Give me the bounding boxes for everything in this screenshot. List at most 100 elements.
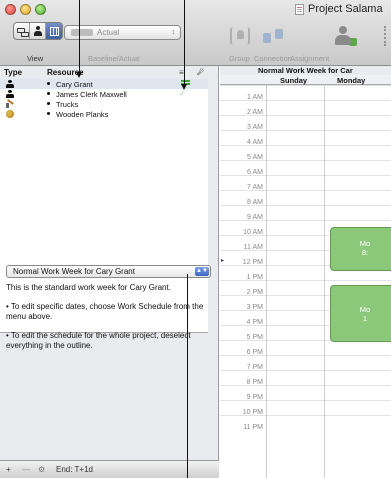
hour-label: 5 PM [246, 334, 263, 341]
work-block-line2: 8: [361, 248, 369, 257]
resource-row[interactable]: James Clerk Maxwell [0, 87, 208, 99]
hour-label: 3 AM [247, 124, 263, 131]
resource-name: James Clerk Maxwell [56, 90, 127, 99]
hour-label: 3 PM [246, 304, 263, 311]
day-header-sunday: Sunday [280, 76, 308, 85]
hour-row: 9 PM [220, 385, 391, 401]
hour-label: 11 PM [243, 424, 263, 431]
wood-icon [6, 110, 14, 118]
hour-label: 10 AM [243, 229, 263, 236]
resource-row[interactable]: Trucks [0, 99, 208, 109]
gantt-icon [16, 27, 29, 37]
calendar-view-button[interactable] [46, 23, 62, 39]
hour-row: 8 PM [220, 370, 391, 386]
schedule-column-icon[interactable]: ≡ [179, 68, 184, 77]
hour-label: 5 AM [247, 154, 263, 161]
group-icon [230, 27, 250, 45]
outline-header: Type Resource ≡ ☄ [0, 66, 219, 79]
hour-row: 2 AM [220, 100, 391, 116]
view-segmented-control [13, 22, 63, 40]
bullet-icon [47, 92, 50, 95]
calendar-title: Normal Work Week for Car [220, 66, 391, 75]
hour-label: 2 PM [246, 289, 263, 296]
grid-divider [324, 85, 325, 478]
person-icon [6, 80, 14, 88]
minimize-button[interactable] [20, 4, 31, 15]
schedule-info: This is the standard work week for Cary … [6, 283, 206, 360]
updown-arrows-icon: ↕ [171, 29, 176, 36]
bullet-icon [47, 102, 50, 105]
gantt-view-button[interactable] [14, 23, 30, 39]
hammer-icon [6, 100, 14, 108]
person-icon [33, 26, 42, 36]
assignment-icon [333, 26, 357, 46]
callout-line [184, 0, 185, 84]
person-icon [6, 90, 14, 98]
hour-label: 8 AM [247, 199, 263, 206]
hour-row: 11 PM [220, 415, 391, 431]
connection-button[interactable] [262, 25, 286, 47]
assignment-label: Assignment [290, 54, 330, 63]
work-block-afternoon[interactable]: Mo 1 [330, 285, 391, 342]
window-toolbar: Project Salama View Actual ↕ Baseline/Ac… [0, 0, 391, 66]
grid-divider [266, 85, 267, 478]
schedule-description: This is the standard work week for Cary … [6, 283, 171, 292]
baseline-actual-popup[interactable]: Actual ↕ [64, 25, 181, 40]
hour-label: 6 AM [247, 169, 263, 176]
work-block-line2: 1 [362, 314, 368, 323]
work-block-line1: Mo [359, 239, 371, 248]
resource-row[interactable]: Cary Grant [0, 79, 208, 89]
hour-label: 7 AM [247, 184, 263, 191]
manual-schedule-icon[interactable] [180, 87, 192, 98]
manual-column-icon[interactable]: ☄ [197, 68, 204, 77]
resource-name: Trucks [56, 100, 79, 109]
hour-label: 6 PM [246, 349, 263, 356]
window-title: Project Salama [295, 3, 383, 15]
hour-label: 9 PM [246, 394, 263, 401]
add-button[interactable]: + [6, 465, 11, 474]
bullet-icon [47, 82, 50, 85]
hour-label: 4 PM [246, 319, 263, 326]
calendar-day-headers: Sunday Monday [220, 75, 391, 85]
work-block-morning[interactable]: Mo 8: [330, 227, 391, 271]
work-week-calendar: Normal Work Week for Car Sunday Monday 1… [220, 66, 391, 478]
resource-name: Cary Grant [56, 80, 93, 89]
resource-row[interactable]: Wooden Planks [0, 109, 208, 119]
hour-row: 9 AM [220, 205, 391, 221]
document-icon [295, 3, 304, 15]
hour-row: 8 AM [220, 190, 391, 206]
hour-label: 8 PM [246, 379, 263, 386]
gear-icon[interactable]: ⚙ [38, 465, 45, 474]
group-button[interactable] [228, 25, 252, 47]
hour-label: 9 AM [247, 214, 263, 221]
hour-label: 10 PM [242, 409, 263, 416]
work-block-line1: Mo [359, 305, 371, 314]
hour-row: 7 PM [220, 355, 391, 371]
baseline-actual-label: Baseline/Actual [88, 54, 140, 63]
calendar-icon [49, 26, 59, 36]
close-button[interactable] [5, 4, 16, 15]
zoom-button[interactable] [35, 4, 46, 15]
hour-label: 7 PM [246, 364, 263, 371]
work-schedule-popup[interactable]: Normal Work Week for Cary Grant ▲▼ [6, 265, 211, 278]
hour-label: 2 AM [247, 109, 263, 116]
calendar-grid[interactable]: 11 PM 10 PM 9 PM 8 PM 7 PM 6 PM 5 PM 4 PM 3 PM 2 … [220, 85, 391, 478]
day-header-monday: Monday [337, 76, 366, 85]
end-date-label: End: T+1d [56, 465, 93, 474]
resource-view-button[interactable] [30, 23, 46, 39]
callout-line [187, 274, 188, 478]
remove-button[interactable]: — [22, 465, 30, 474]
add-badge-icon [349, 38, 357, 46]
hour-label: 4 AM [247, 139, 263, 146]
window-title-text: Project Salama [308, 3, 383, 15]
hour-row: 6 PM [220, 340, 391, 356]
connection-label: Connection [254, 54, 292, 63]
hour-row: 6 AM [220, 160, 391, 176]
type-column-header[interactable]: Type [4, 68, 22, 77]
connection-icon [263, 27, 285, 45]
hour-row: 5 AM [220, 145, 391, 161]
callout-arrow-icon [181, 84, 187, 90]
work-schedule-value: Normal Work Week for Cary Grant [13, 267, 135, 276]
assignment-button[interactable] [332, 25, 357, 47]
popup-arrows-icon: ▲▼ [195, 267, 209, 276]
